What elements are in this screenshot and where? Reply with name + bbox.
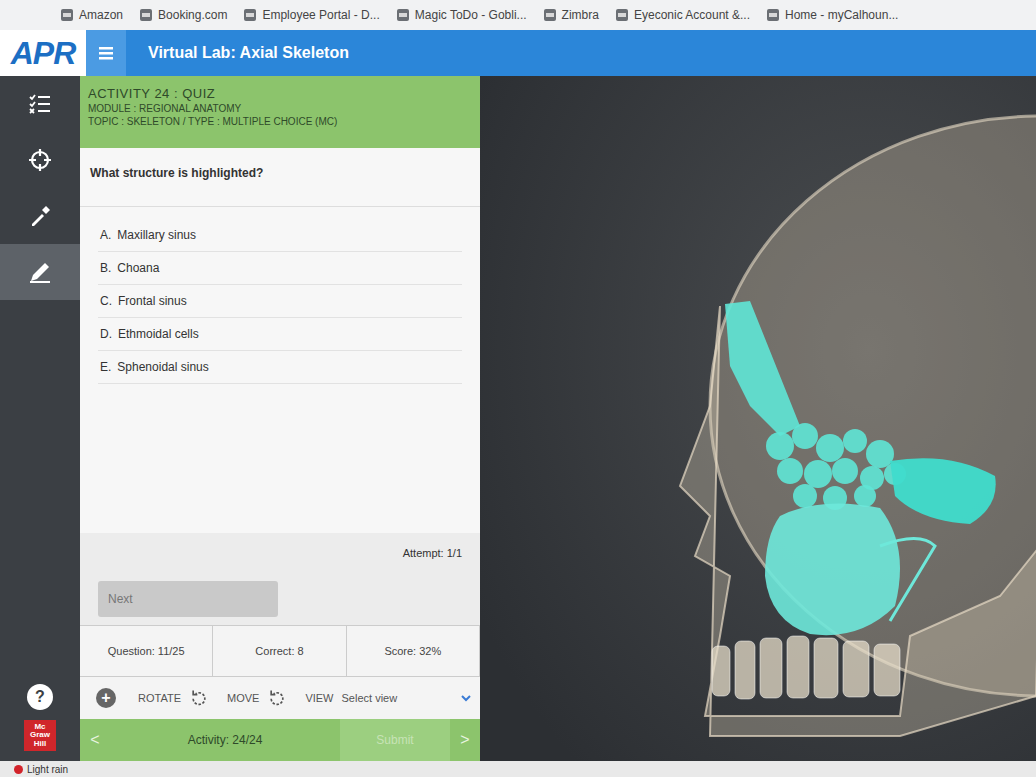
weather-icon [14,765,23,774]
option[interactable]: C.Frontal sinus [98,285,462,318]
option[interactable]: E.Sphenoidal sinus [98,351,462,384]
rotate-label: ROTATE [138,692,181,704]
bookmark[interactable]: Home - myCalhoun... [766,8,898,22]
chevron-down-icon [460,692,472,704]
app-title: Virtual Lab: Axial Skeleton [126,30,349,76]
stat: Score: 32% [347,626,480,676]
bookmark-icon [60,8,74,22]
activity-topic: TOPIC : SKELETON / TYPE : MULTIPLE CHOIC… [88,116,472,127]
3d-viewport[interactable] [480,76,1036,761]
crosshair-icon [28,148,52,172]
stat: Question: 11/25 [80,626,213,676]
option[interactable]: D.Ethmoidal cells [98,318,462,351]
bookmark[interactable]: Magic ToDo - Gobli... [396,8,527,22]
bookmark[interactable]: Eyeconic Account &... [615,8,750,22]
bookmark[interactable]: Employee Portal - D... [243,8,379,22]
options-list: A.Maxillary sinusB.ChoanaC.Frontal sinus… [80,207,480,384]
screen: Amazon Booking.com Employee Portal - D..… [0,0,1036,777]
menu-button[interactable] [86,30,126,76]
dropper-icon [28,204,52,228]
bookmark-icon [243,8,257,22]
view-label: VIEW [305,692,333,704]
bookmark[interactable]: Zimbra [543,8,599,22]
bookmark-icon [139,8,153,22]
rail-item[interactable] [0,132,80,188]
submit-button[interactable]: Submit [340,719,450,761]
question-area: What structure is highlighted? A.Maxilla… [80,148,480,533]
rail-item[interactable] [0,188,80,244]
apr-logo[interactable]: APR [0,30,86,76]
skull-model[interactable] [480,76,1036,761]
pencil-icon [28,260,52,284]
rotate-icon[interactable] [189,688,209,708]
activity-module: MODULE : REGIONAL ANATOMY [88,103,472,114]
prev-button[interactable]: < [80,731,110,749]
bookmark[interactable]: Amazon [60,8,123,22]
question-text: What structure is highlighted? [80,148,480,207]
checklist-icon [28,92,52,116]
taskbar: Light rain [0,761,1036,777]
icon-rail: ? McGrawHill [0,76,80,761]
activity-counter: Activity: 24/24 [110,733,340,747]
move-icon[interactable] [267,688,287,708]
bookmark-icon [766,8,780,22]
stats-row: Question: 11/25Correct: 8Score: 32% [80,625,480,677]
next-button[interactable]: Next [98,581,278,617]
option[interactable]: B.Choana [98,252,462,285]
rail-item[interactable] [0,76,80,132]
view-select[interactable]: Select view [342,692,472,704]
activity-title: ACTIVITY 24 : QUIZ [88,86,472,101]
stat: Correct: 8 [213,626,346,676]
activity-footer: < Activity: 24/24 Submit > [80,719,480,761]
bookmark-icon [396,8,410,22]
weather-text: Light rain [27,764,68,775]
activity-header: ACTIVITY 24 : QUIZ MODULE : REGIONAL ANA… [80,76,480,148]
help-button[interactable]: ? [27,684,53,710]
rail-item[interactable] [0,244,80,300]
attempt-count: Attempt: 1/1 [80,533,480,573]
menu-icon [96,43,116,63]
bookmark-icon [543,8,557,22]
mcgraw-hill-logo: McGrawHill [24,720,56,751]
quiz-panel: ACTIVITY 24 : QUIZ MODULE : REGIONAL ANA… [80,76,480,761]
move-label: MOVE [227,692,259,704]
next-activity-button[interactable]: > [450,731,480,749]
bookmark[interactable]: Booking.com [139,8,227,22]
add-button[interactable]: + [96,688,116,708]
view-toolbar: + ROTATE MOVE VIEW Select view [80,677,480,719]
option[interactable]: A.Maxillary sinus [98,219,462,252]
bookmark-icon [615,8,629,22]
app-header: APR Virtual Lab: Axial Skeleton [0,30,1036,76]
bookmarks-bar: Amazon Booking.com Employee Portal - D..… [0,0,1036,30]
